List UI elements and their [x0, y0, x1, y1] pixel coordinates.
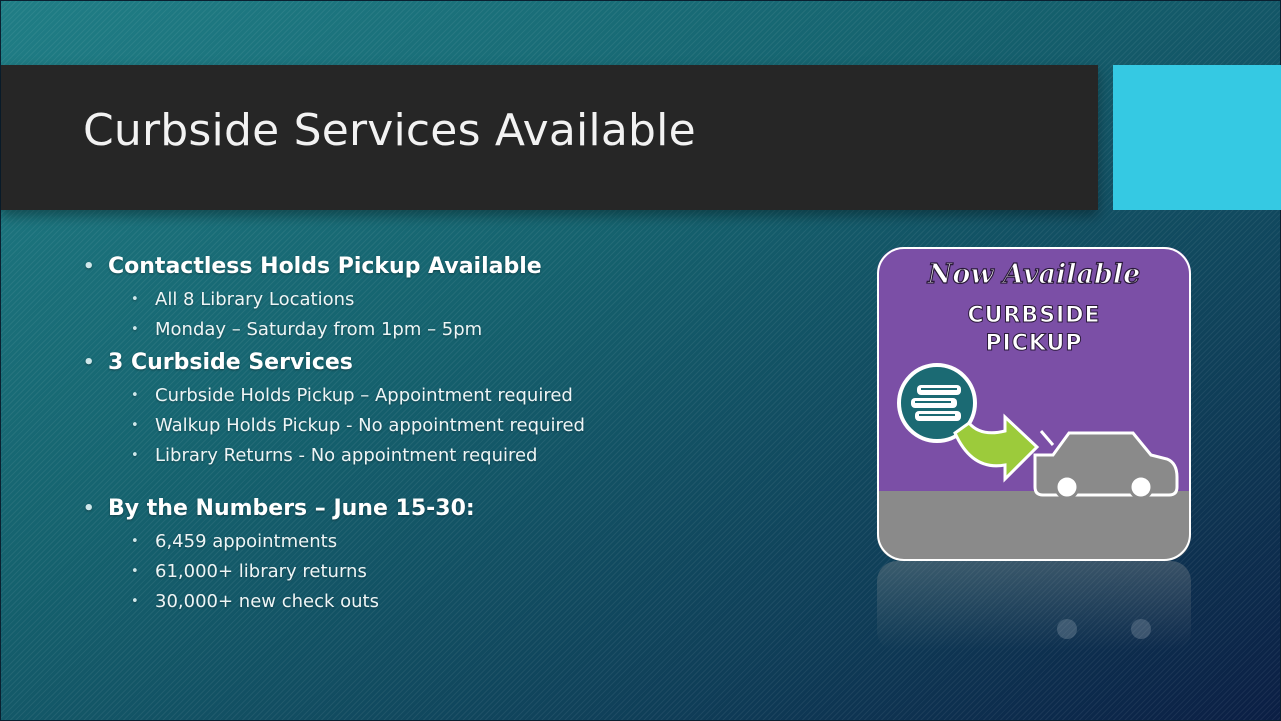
road-panel — [877, 491, 1191, 561]
bullet-text: Monday – Saturday from 1pm – 5pm — [155, 319, 483, 340]
bullet-text: All 8 Library Locations — [155, 289, 355, 310]
bullet-glyph: • — [131, 534, 139, 549]
curbside-pickup-graphic: Now Available CURBSIDE PICKUP — [877, 247, 1191, 561]
title-bar: Curbside Services Available — [1, 65, 1098, 210]
bullet-glyph: • — [83, 256, 95, 277]
accent-square — [1113, 65, 1281, 210]
bullet-glyph: • — [83, 498, 95, 519]
slide-title: Curbside Services Available — [83, 105, 696, 156]
bullet-list: • Contactless Holds Pickup Available • All… — [83, 249, 843, 617]
bullet-glyph: • — [83, 352, 95, 373]
bullet-text: Curbside Holds Pickup – Appointment requ… — [155, 385, 573, 406]
bullet-level2: • Walkup Holds Pickup - No appointment re… — [131, 411, 843, 441]
bullet-text: Walkup Holds Pickup - No appointment req… — [155, 415, 585, 436]
bullet-level2: • 61,000+ library returns — [131, 557, 843, 587]
bullet-level2: • 30,000+ new check outs — [131, 587, 843, 617]
graphic-reflection — [877, 561, 1191, 651]
bullet-glyph: • — [131, 418, 139, 433]
bullet-text: 61,000+ library returns — [155, 561, 367, 582]
bullet-level1: • 3 Curbside Services — [83, 345, 843, 381]
bullet-text: 3 Curbside Services — [108, 350, 353, 375]
now-available-heading: Now Available — [927, 259, 1141, 290]
bullet-glyph: • — [131, 322, 139, 337]
reflection-art — [877, 561, 1191, 651]
bullet-level2: • Monday – Saturday from 1pm – 5pm — [131, 315, 843, 345]
bullet-glyph: • — [131, 448, 139, 463]
bullet-level1: • By the Numbers – June 15-30: — [83, 491, 843, 527]
bullet-level2: • Curbside Holds Pickup – Appointment req… — [131, 381, 843, 411]
bullet-glyph: • — [131, 564, 139, 579]
pickup-label: PICKUP — [985, 331, 1082, 356]
bullet-glyph: • — [131, 594, 139, 609]
bullet-glyph: • — [131, 388, 139, 403]
curbside-pickup-art: Now Available CURBSIDE PICKUP — [877, 247, 1191, 561]
bullet-text: Contactless Holds Pickup Available — [108, 254, 542, 279]
slide: Curbside Services Available • Contactless… — [0, 0, 1281, 721]
bullet-text: 30,000+ new check outs — [155, 591, 379, 612]
bullet-text: Library Returns - No appointment require… — [155, 445, 538, 466]
bullet-level2: • Library Returns - No appointment requir… — [131, 441, 843, 471]
bullet-text: By the Numbers – June 15-30: — [108, 496, 475, 521]
bullet-glyph: • — [131, 292, 139, 307]
bullet-level1: • Contactless Holds Pickup Available — [83, 249, 843, 285]
bullet-level2: • All 8 Library Locations — [131, 285, 843, 315]
curbside-label: CURBSIDE — [967, 303, 1100, 328]
bullet-level2: • 6,459 appointments — [131, 527, 843, 557]
bullet-text: 6,459 appointments — [155, 531, 338, 552]
